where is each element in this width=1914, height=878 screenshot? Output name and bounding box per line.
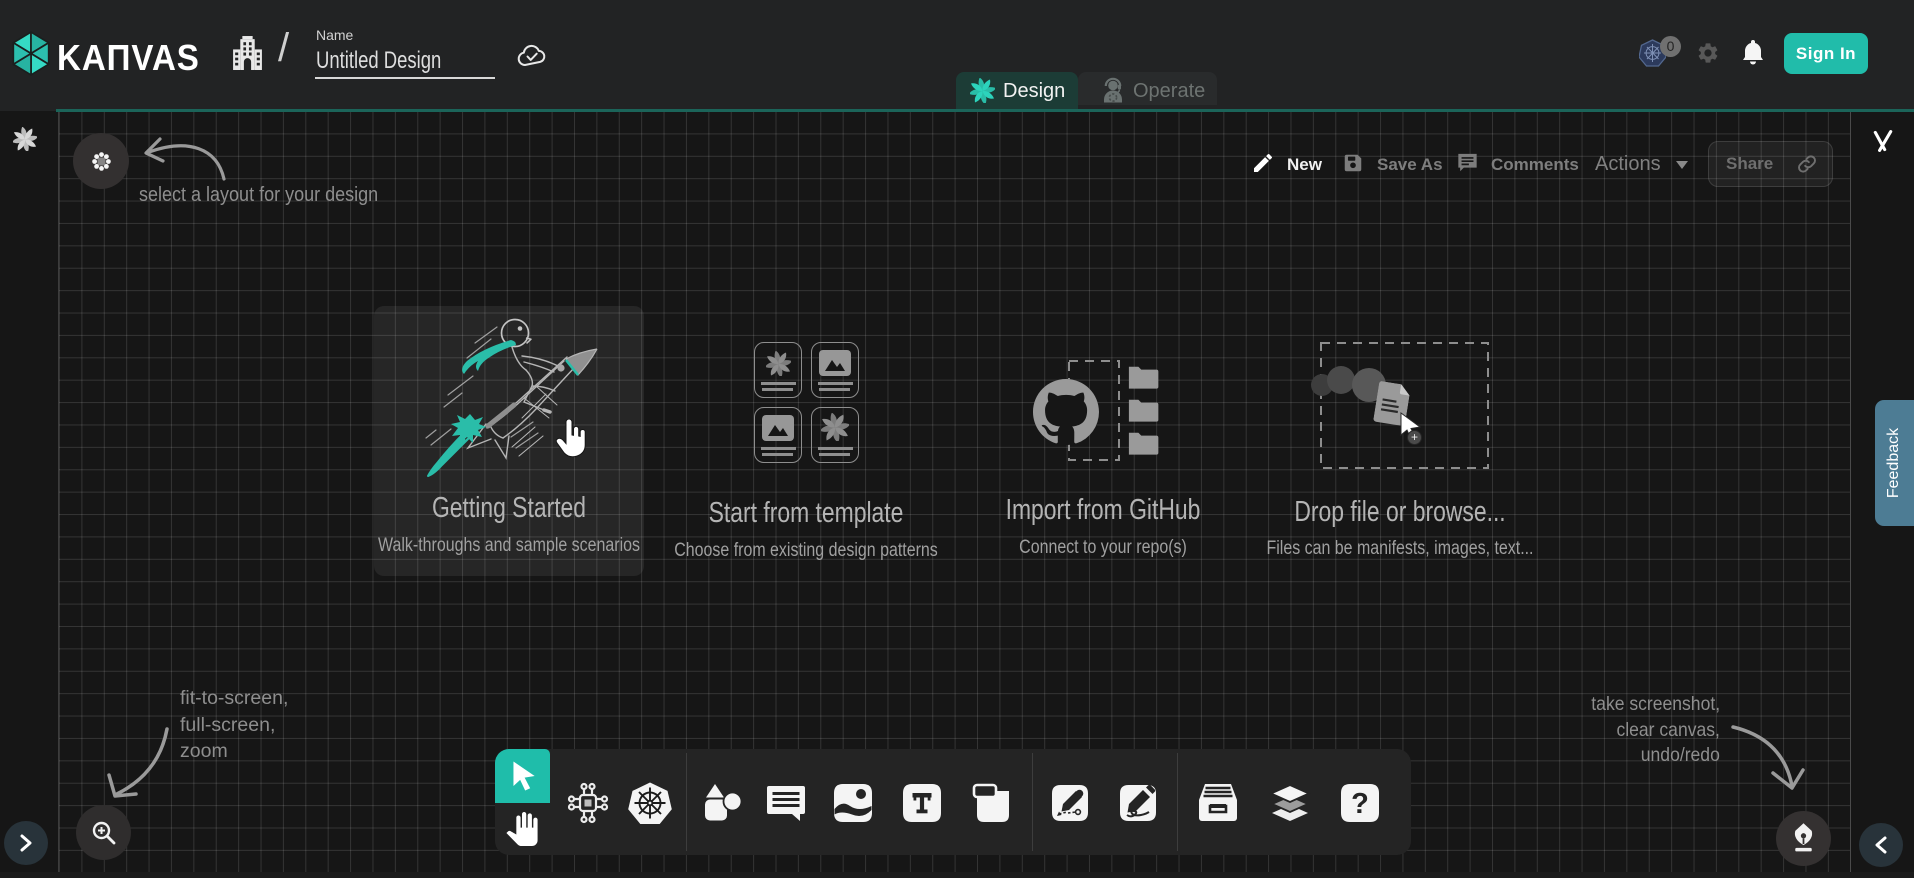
svg-text:?: ? [1351, 788, 1369, 820]
